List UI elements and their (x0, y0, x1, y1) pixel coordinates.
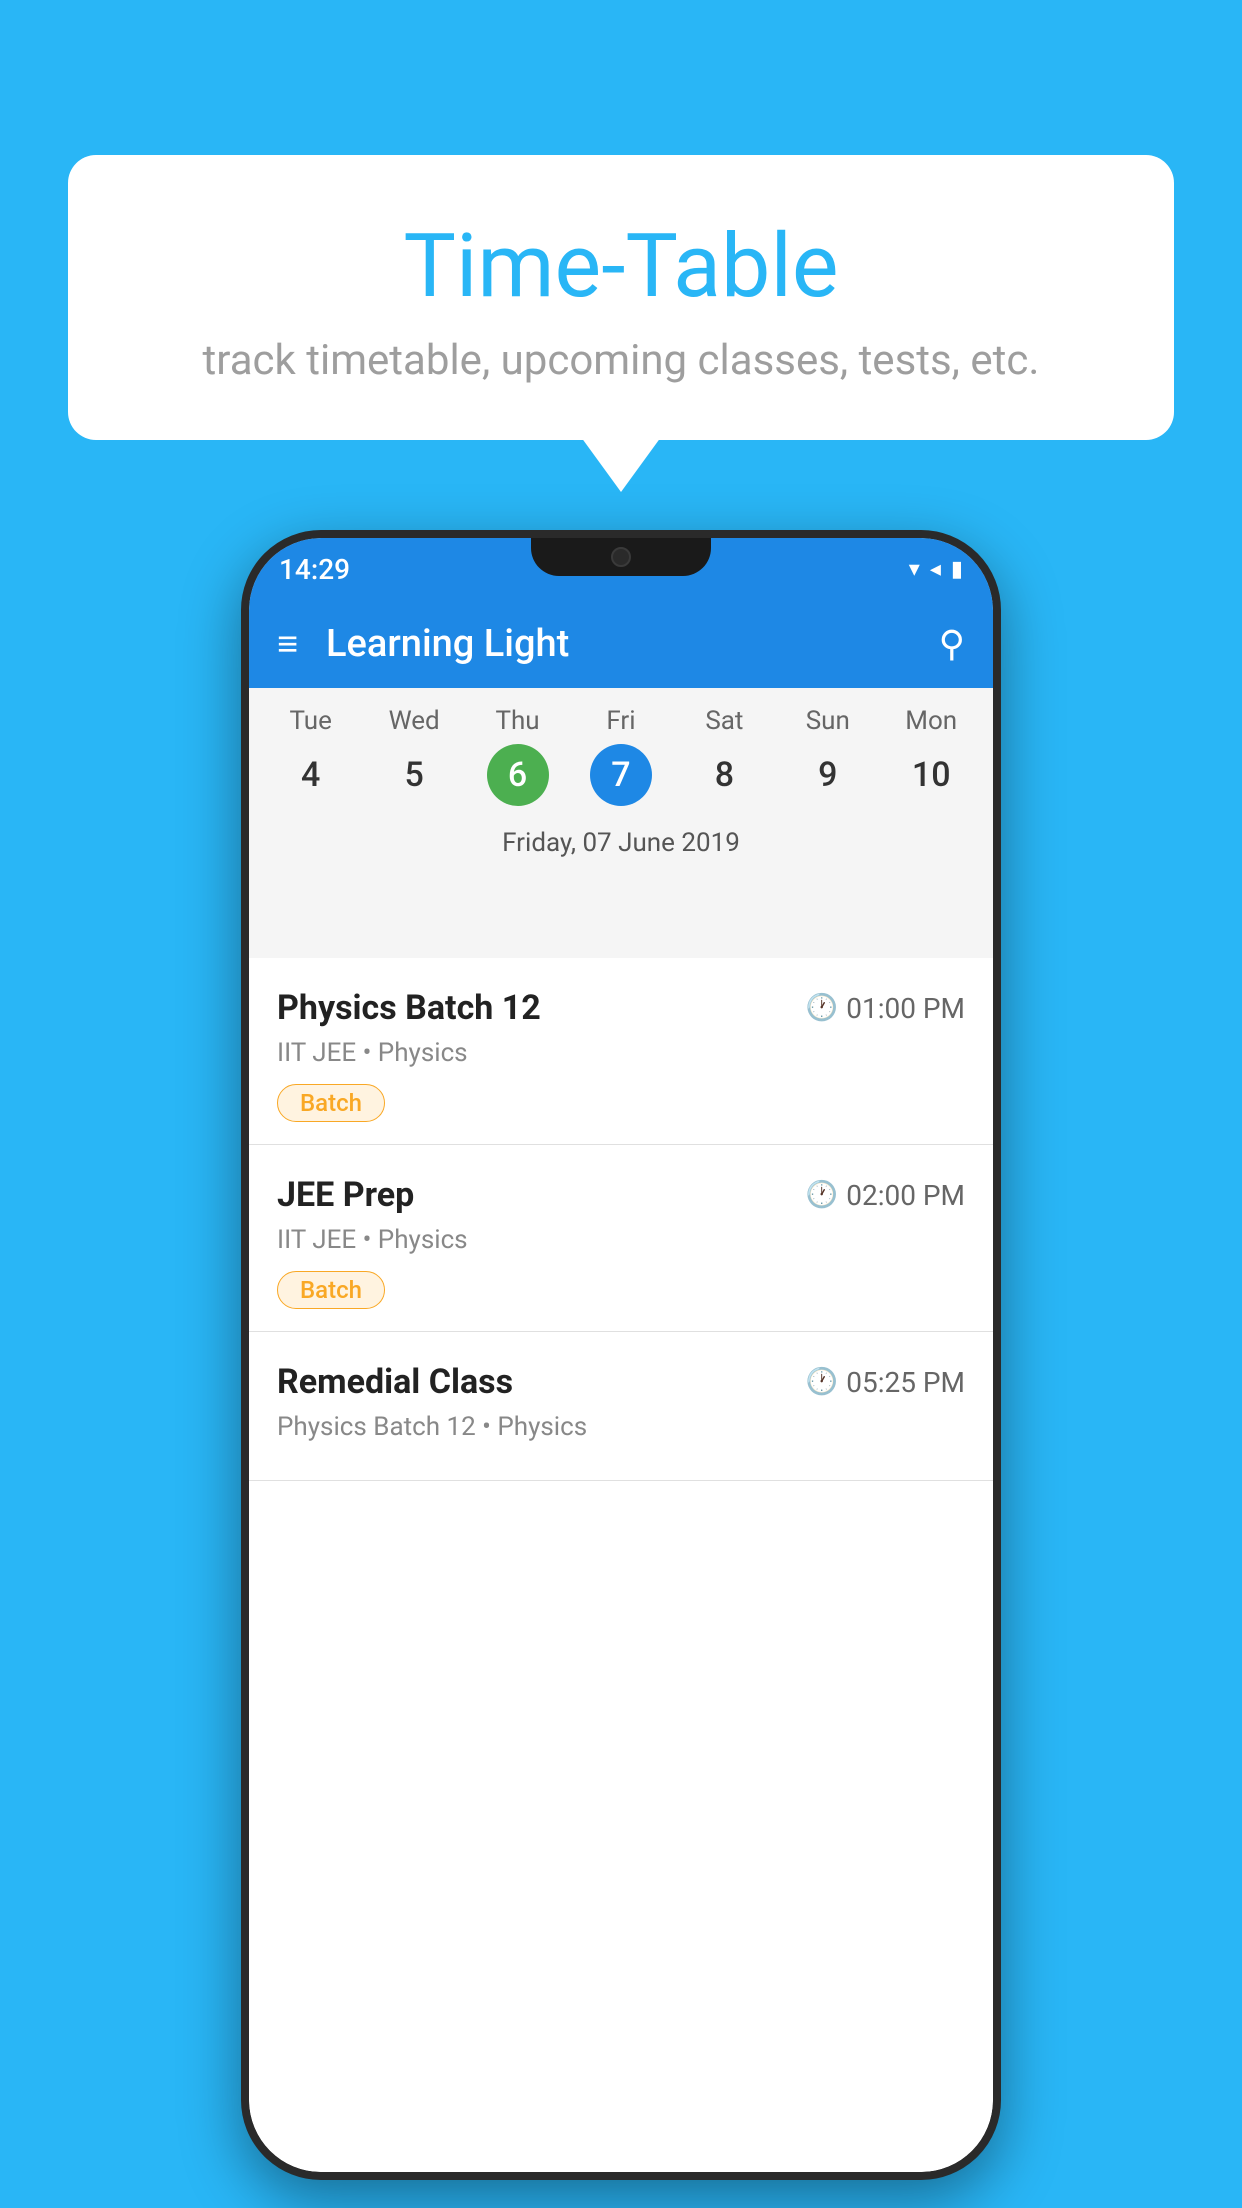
app-title: Learning Light (326, 622, 939, 666)
phone-notch (531, 538, 711, 576)
schedule-list: Physics Batch 12 🕐 01:00 PM IIT JEE • Physi… (249, 958, 993, 2172)
side-button-power (993, 818, 1001, 938)
day-label: Fri (606, 706, 635, 736)
bubble-title: Time-Table (108, 215, 1134, 318)
item-title: Remedial Class (277, 1362, 513, 1402)
day-label: Tue (289, 706, 331, 736)
schedule-item[interactable]: Physics Batch 12 🕐 01:00 PM IIT JEE • Physi… (249, 958, 993, 1145)
day-label: Wed (389, 706, 440, 736)
day-label: Sun (806, 706, 850, 736)
item-subtitle: Physics Batch 12 • Physics (277, 1412, 965, 1442)
day-col[interactable]: Thu 6 (478, 706, 558, 806)
speech-bubble: Time-Table track timetable, upcoming cla… (68, 155, 1174, 440)
clock-icon: 🕐 (806, 1367, 838, 1397)
item-subtitle: IIT JEE • Physics (277, 1225, 965, 1255)
item-time-text: 02:00 PM (846, 1179, 965, 1212)
day-number[interactable]: 6 (487, 744, 549, 806)
day-col[interactable]: Sat 8 (684, 706, 764, 806)
day-label: Thu (495, 706, 539, 736)
clock-icon: 🕐 (806, 1180, 838, 1210)
item-time-text: 05:25 PM (846, 1366, 965, 1399)
day-col[interactable]: Sun 9 (788, 706, 868, 806)
phone-screen: 14:29 ▾ ◂ ▮ ≡ Learning Light ⚲ Tue4Wed5T… (249, 538, 993, 2172)
day-col[interactable]: Mon 10 (891, 706, 971, 806)
day-number[interactable]: 8 (693, 744, 755, 806)
status-icons: ▾ ◂ ▮ (909, 557, 963, 582)
status-time: 14:29 (279, 553, 350, 586)
item-subtitle: IIT JEE • Physics (277, 1038, 965, 1068)
calendar-strip: Tue 4 Wed 5 Thu 6 Fri 7 Sat 8 Sun 9 Mon 10 Friday, 07… (249, 688, 993, 882)
day-label: Sat (705, 706, 743, 736)
day-number[interactable]: 5 (383, 744, 445, 806)
front-camera (611, 547, 631, 567)
wifi-icon: ▾ (909, 557, 920, 582)
clock-icon: 🕐 (806, 993, 838, 1023)
item-title: JEE Prep (277, 1175, 414, 1215)
search-icon[interactable]: ⚲ (939, 623, 965, 665)
signal-icon: ◂ (930, 557, 941, 582)
day-col[interactable]: Fri 7 (581, 706, 661, 806)
day-number[interactable]: 7 (590, 744, 652, 806)
batch-badge: Batch (277, 1271, 385, 1309)
battery-icon: ▮ (951, 557, 963, 582)
side-button-volume (241, 858, 249, 938)
batch-badge: Batch (277, 1084, 385, 1122)
day-label: Mon (905, 706, 957, 736)
day-number[interactable]: 10 (900, 744, 962, 806)
bubble-subtitle: track timetable, upcoming classes, tests… (108, 336, 1134, 385)
menu-icon[interactable]: ≡ (277, 626, 298, 662)
item-time-text: 01:00 PM (846, 992, 965, 1025)
phone-mockup: 14:29 ▾ ◂ ▮ ≡ Learning Light ⚲ Tue4Wed5T… (241, 530, 1001, 2180)
day-col[interactable]: Tue 4 (271, 706, 351, 806)
app-bar: ≡ Learning Light ⚲ (249, 600, 993, 688)
selected-date-label: Friday, 07 June 2019 (259, 818, 983, 872)
schedule-item[interactable]: Remedial Class 🕐 05:25 PM Physics Batch 12 … (249, 1332, 993, 1481)
item-title: Physics Batch 12 (277, 988, 541, 1028)
days-row: Tue 4 Wed 5 Thu 6 Fri 7 Sat 8 Sun 9 Mon 10 (259, 706, 983, 806)
day-number[interactable]: 4 (280, 744, 342, 806)
schedule-item[interactable]: JEE Prep 🕐 02:00 PM IIT JEE • Physics Batch (249, 1145, 993, 1332)
day-col[interactable]: Wed 5 (374, 706, 454, 806)
day-number[interactable]: 9 (797, 744, 859, 806)
